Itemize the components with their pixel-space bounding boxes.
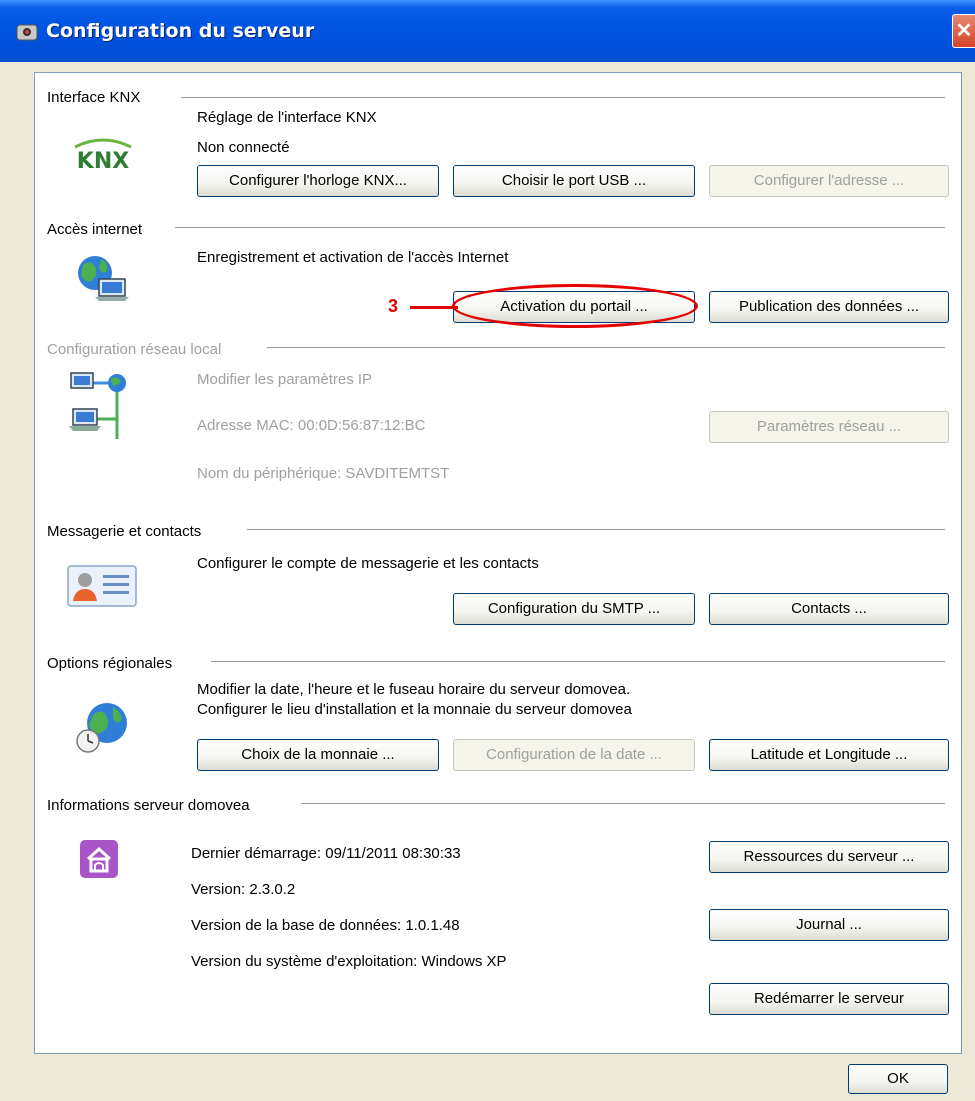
contact-card-icon bbox=[67, 565, 137, 607]
knx-logo-icon: KNX bbox=[74, 138, 132, 171]
os-version: Version du système d'exploitation: Windo… bbox=[191, 953, 507, 970]
title-bar[interactable]: Configuration du serveur ✕ bbox=[0, 0, 975, 62]
smtp-configuration-button[interactable]: Configuration du SMTP ... bbox=[453, 593, 695, 625]
globe-clock-icon bbox=[76, 703, 127, 753]
data-publication-button[interactable]: Publication des données ... bbox=[709, 291, 949, 323]
log-button[interactable]: Journal ... bbox=[709, 909, 949, 941]
section-title-network: Configuration réseau local bbox=[47, 341, 222, 358]
device-name: Nom du périphérique: SAVDITEMTST bbox=[197, 465, 450, 482]
regional-description-2: Configurer le lieu d'installation et la … bbox=[197, 701, 632, 718]
annotation-arrow-line bbox=[410, 306, 458, 309]
latitude-longitude-button[interactable]: Latitude et Longitude ... bbox=[709, 739, 949, 771]
section-title-regional: Options régionales bbox=[47, 655, 173, 672]
section-title-mail: Messagerie et contacts bbox=[47, 523, 202, 540]
internet-description: Enregistrement et activation de l'accès … bbox=[197, 249, 509, 266]
annotation-number: 3 bbox=[388, 296, 399, 316]
divider bbox=[267, 347, 945, 349]
settings-panel: Interface KNX KNX Réglage de l'interface… bbox=[34, 72, 962, 1054]
network-description: Modifier les paramètres IP bbox=[197, 371, 373, 388]
configure-address-button[interactable]: Configurer l'adresse ... bbox=[709, 165, 949, 197]
currency-choice-button[interactable]: Choix de la monnaie ... bbox=[197, 739, 439, 771]
restart-server-button[interactable]: Redémarrer le serveur bbox=[709, 983, 949, 1015]
annotation-ellipse bbox=[452, 284, 698, 328]
section-title-internet: Accès internet bbox=[47, 221, 143, 238]
contacts-button[interactable]: Contacts ... bbox=[709, 593, 949, 625]
date-configuration-button[interactable]: Configuration de la date ... bbox=[453, 739, 695, 771]
globe-computer-icon bbox=[78, 256, 129, 301]
network-settings-button[interactable]: Paramètres réseau ... bbox=[709, 411, 949, 443]
choose-usb-port-button[interactable]: Choisir le port USB ... bbox=[453, 165, 695, 197]
divider bbox=[211, 661, 945, 663]
knx-status: Non connecté bbox=[197, 139, 290, 156]
knx-logo-text: KNX bbox=[77, 149, 129, 171]
app-icon bbox=[16, 24, 38, 41]
window-title: Configuration du serveur bbox=[46, 20, 315, 42]
network-computers-icon bbox=[69, 372, 126, 439]
knx-description: Réglage de l'interface KNX bbox=[197, 109, 377, 126]
mac-address: Adresse MAC: 00:0D:56:87:12:BC bbox=[197, 417, 426, 434]
house-icon bbox=[80, 840, 118, 878]
regional-description-1: Modifier la date, l'heure et le fuseau h… bbox=[197, 681, 631, 698]
server-version: Version: 2.3.0.2 bbox=[191, 881, 296, 898]
database-version: Version de la base de données: 1.0.1.48 bbox=[191, 917, 460, 934]
divider bbox=[181, 97, 945, 99]
configure-knx-clock-button[interactable]: Configurer l'horloge KNX... bbox=[197, 165, 439, 197]
divider bbox=[301, 803, 945, 805]
server-resources-button[interactable]: Ressources du serveur ... bbox=[709, 841, 949, 873]
section-title-knx: Interface KNX bbox=[47, 89, 141, 106]
mail-description: Configurer le compte de messagerie et le… bbox=[197, 555, 539, 572]
section-title-info: Informations serveur domovea bbox=[47, 797, 250, 814]
ok-button[interactable]: OK bbox=[848, 1064, 948, 1094]
close-button[interactable]: ✕ bbox=[952, 14, 975, 48]
divider bbox=[175, 227, 945, 229]
divider bbox=[247, 529, 945, 531]
last-start: Dernier démarrage: 09/11/2011 08:30:33 bbox=[191, 845, 461, 862]
server-config-window: Configuration du serveur ✕ Interface KNX… bbox=[0, 0, 975, 1101]
